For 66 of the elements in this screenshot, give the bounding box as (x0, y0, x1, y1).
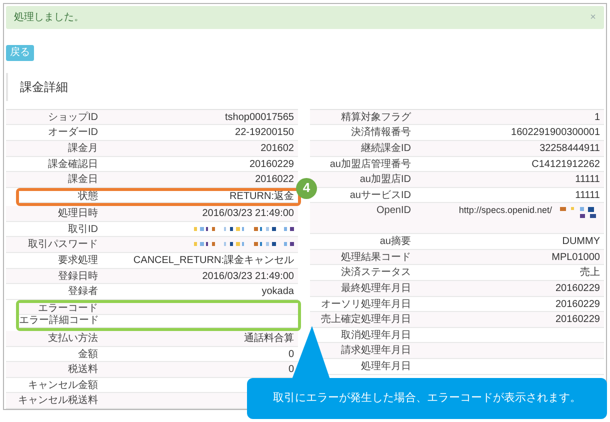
field-label: エラー詳細コード (19, 315, 98, 328)
field-label: 最終処理年月日 (340, 282, 411, 296)
field-label: オーダーID (47, 126, 98, 140)
field-label: 登録者 (67, 284, 98, 300)
field-value: 32258444911 (540, 142, 600, 156)
callout-text: 取引にエラーが発生した場合、エラーコードが表示されます。 (273, 391, 581, 406)
field-label: 要求処理 (57, 254, 98, 268)
field-label: 支払い方法 (47, 332, 98, 346)
field-label: 処理結果コード (340, 250, 411, 265)
field-value: DUMMY (562, 235, 600, 250)
field-value: 20160229 (556, 298, 600, 312)
field-value: 11111 (575, 188, 600, 203)
field-label: 登録日時 (57, 270, 98, 284)
field-value: yokada (262, 285, 294, 300)
field-label: 課金確認日 (47, 158, 98, 172)
field-label: 処理日時 (57, 206, 98, 222)
field-label: 課金月 (67, 142, 98, 156)
field-label: 継続課金ID (360, 142, 411, 156)
field-value: 2016/03/23 21:49:00 (202, 207, 294, 222)
field-value: 11111 (575, 173, 600, 188)
field-label: auサービスID (348, 188, 411, 203)
field-value: 0 (288, 348, 294, 362)
field-value: 売上 (580, 266, 600, 280)
field-label: エラーコード (37, 302, 98, 314)
field-value: 2016022 (255, 173, 294, 188)
field-value: C14121912262 (532, 158, 600, 172)
field-label: 取引ID (67, 222, 98, 237)
field-value: tshop00017565 (225, 110, 294, 125)
field-label: 取引パスワード (27, 238, 98, 252)
field-label: au摘要 (378, 234, 411, 250)
field-label: 請求処理年月日 (340, 344, 411, 358)
field-value: 20160229 (556, 282, 600, 296)
back-button[interactable]: 戻る (6, 45, 34, 62)
field-label: キャンセル金額 (27, 378, 98, 393)
field-value: MPL01000 (552, 250, 600, 265)
field-label: 決済情報番号 (350, 126, 411, 140)
field-label: オーソリ処理年月日 (320, 298, 411, 312)
field-label: ショップID (47, 110, 98, 125)
field-value: 0 (288, 363, 294, 378)
field-value: 20160229 (250, 158, 294, 172)
field-value: 通話料合算 (244, 332, 294, 346)
field-label: 処理年月日 (360, 360, 411, 374)
field-value: 201602 (260, 142, 294, 156)
field-label: 税送料 (67, 362, 98, 378)
field-label: 売上確定処理年月日 (320, 312, 411, 328)
field-label: 精算対象フラグ (340, 110, 411, 125)
field-label: OpenID (376, 204, 411, 218)
field-label: 課金日 (67, 172, 98, 188)
field-value: http://specs.openid.net/ (458, 204, 552, 218)
field-value: 2016/03/23 21:49:00 (202, 270, 294, 284)
field-label: キャンセル税送料 (17, 394, 98, 408)
field-label: 取消処理年月日 (340, 328, 411, 343)
field-label: 決済ステータス (340, 266, 411, 280)
field-label: 状態 (77, 190, 98, 203)
section-heading: 課金詳細 (20, 78, 68, 96)
field-value: RETURN:返金 (230, 190, 294, 203)
alert-message: 処理しました。 (14, 11, 84, 26)
field-value: 1602291900300001 (511, 126, 600, 140)
field-label: 金額 (77, 348, 98, 362)
field-value: 1 (594, 110, 600, 125)
field-label: au加盟店管理番号 (328, 158, 411, 172)
field-value: CANCEL_RETURN:課金キャンセル (133, 254, 294, 268)
field-value: 22-19200150 (235, 126, 294, 140)
close-button[interactable]: × (590, 12, 596, 23)
field-value: 20160229 (556, 313, 600, 328)
field-label: au加盟店ID (358, 172, 411, 188)
